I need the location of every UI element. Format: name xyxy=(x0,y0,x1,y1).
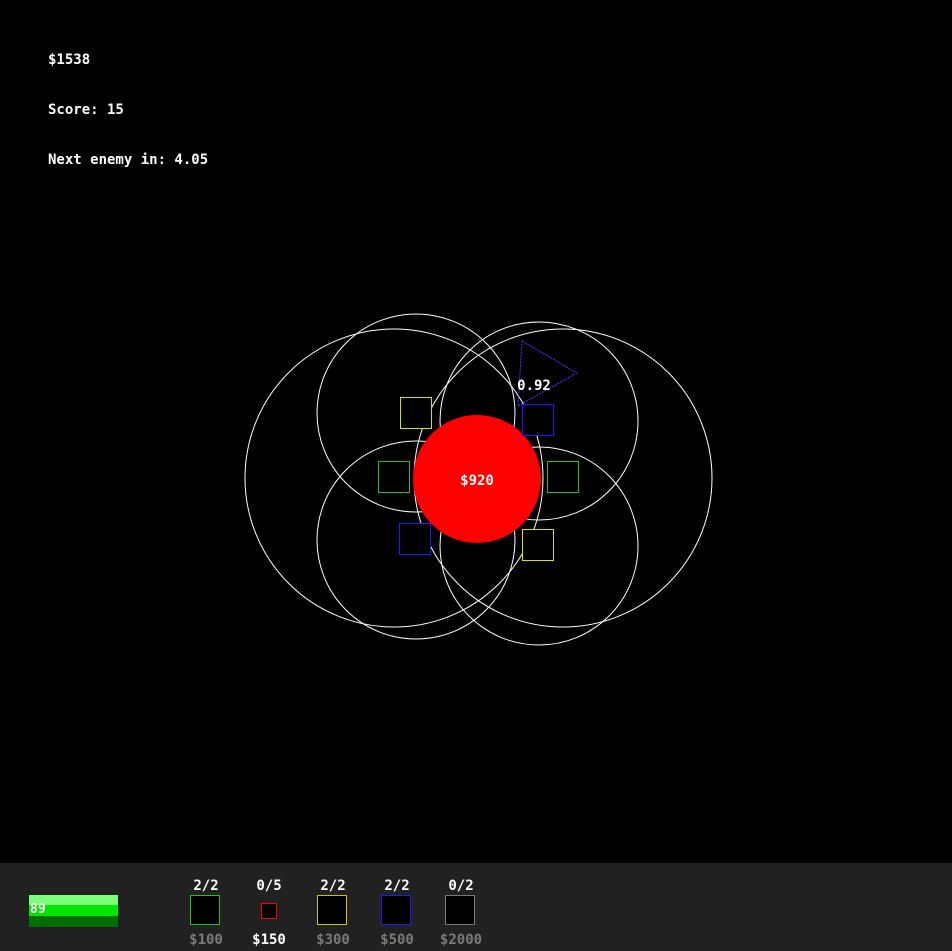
shop-item-count: 2/2 xyxy=(384,878,410,894)
shop-item-green-tower[interactable]: 2/2 $100 xyxy=(174,863,238,951)
tower-green[interactable] xyxy=(378,461,410,493)
health-value: 89 xyxy=(30,902,46,917)
tower-yellow[interactable] xyxy=(522,529,554,561)
shop-item-count: 0/2 xyxy=(448,878,474,894)
gray-tower-icon[interactable] xyxy=(445,895,475,925)
shop-item-red-tower[interactable]: 0/5 $150 xyxy=(237,863,301,951)
shop-item-count: 0/5 xyxy=(256,878,282,894)
tower-yellow[interactable] xyxy=(400,397,432,429)
tower-blue[interactable] xyxy=(399,523,431,555)
shop-item-count: 2/2 xyxy=(193,878,219,894)
shop-item-price: $2000 xyxy=(439,932,483,948)
green-tower-icon[interactable] xyxy=(190,895,220,925)
base-money-label: $920 xyxy=(460,473,494,489)
red-tower-icon[interactable] xyxy=(261,903,277,919)
tower-blue[interactable] xyxy=(522,404,554,436)
shop-item-yellow-tower[interactable]: 2/2 $300 xyxy=(301,863,365,951)
shop-item-blue-tower[interactable]: 2/2 $500 xyxy=(365,863,429,951)
enemy-health-label: 0.92 xyxy=(517,378,551,394)
game-field[interactable]: $920 0.92 xyxy=(0,0,952,863)
shop-item-price: $150 xyxy=(252,932,286,948)
shop-item-count: 2/2 xyxy=(320,878,346,894)
bottom-bar: 89 2/2 $100 0/5 $150 2/2 $300 2/2 $500 0… xyxy=(0,863,952,951)
shop-item-price: $100 xyxy=(189,932,223,948)
shop-item-gray-tower[interactable]: 0/2 $2000 xyxy=(429,863,493,951)
enemy-triangle xyxy=(517,340,579,407)
shop-item-price: $500 xyxy=(380,932,414,948)
shop-item-price: $300 xyxy=(316,932,350,948)
yellow-tower-icon[interactable] xyxy=(317,895,347,925)
health-bar: 89 xyxy=(29,895,118,927)
blue-tower-icon[interactable] xyxy=(381,895,411,925)
tower-green[interactable] xyxy=(547,461,579,493)
